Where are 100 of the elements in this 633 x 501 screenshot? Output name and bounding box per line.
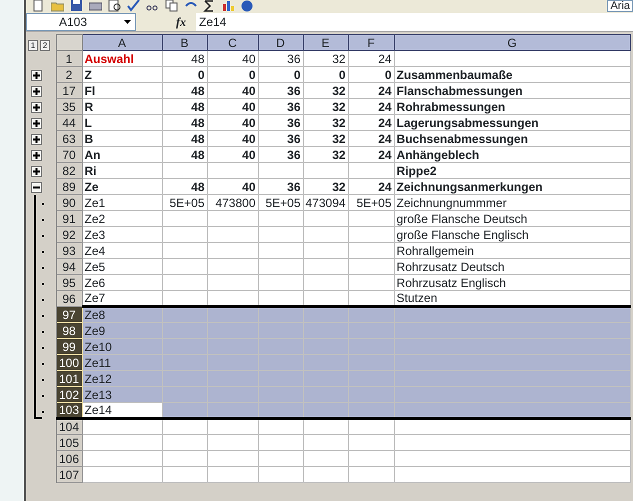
cell: Flanschabmessungen	[394, 82, 630, 98]
cell: 32	[303, 50, 348, 66]
plus-icon	[33, 120, 40, 126]
row-header[interactable]: 102	[56, 386, 82, 402]
cell: 40	[207, 178, 258, 194]
row-header[interactable]: 93	[56, 242, 82, 258]
column-header[interactable]: B	[162, 34, 207, 50]
expand-button[interactable]	[31, 166, 42, 176]
row-header[interactable]: 90	[56, 194, 82, 210]
row-header[interactable]: 17	[56, 82, 82, 98]
insert-function-button[interactable]: fx	[176, 12, 186, 30]
cell: Rohrabmessungen	[394, 98, 630, 114]
row-header[interactable]: 106	[56, 450, 82, 466]
row-header[interactable]: 91	[56, 210, 82, 226]
row-header[interactable]: 35	[56, 98, 82, 114]
cell: 48	[162, 178, 207, 194]
cell: Ze13	[82, 386, 162, 402]
font-name-field[interactable]: Aria	[607, 0, 633, 12]
column-header[interactable]: D	[258, 34, 303, 50]
cell: 0	[207, 66, 258, 82]
expand-button[interactable]	[31, 102, 42, 112]
row-header[interactable]: 100	[56, 354, 82, 370]
row-header[interactable]: 92	[56, 226, 82, 242]
active-cell[interactable]: Ze14	[82, 402, 162, 418]
cell: Lagerungsabmessungen	[394, 114, 630, 130]
formula-field[interactable]: Ze14	[196, 12, 633, 30]
copy-icon[interactable]	[165, 0, 178, 12]
cell: Z	[82, 66, 162, 82]
row-header[interactable]: 99	[56, 338, 82, 354]
column-header[interactable]: C	[207, 34, 258, 50]
cell: Ze6	[82, 274, 162, 290]
cell: 48	[162, 82, 207, 98]
row-header[interactable]: 103	[56, 402, 82, 418]
cell: Ri	[82, 162, 162, 178]
cell: Anhängeblech	[394, 146, 630, 162]
dropdown-arrow-icon[interactable]	[124, 20, 130, 24]
outline-level-button[interactable]: 1	[28, 40, 38, 50]
row-header[interactable]: 82	[56, 162, 82, 178]
row-header[interactable]: 105	[56, 434, 82, 450]
cell: 24	[348, 178, 394, 194]
cell: 32	[303, 178, 348, 194]
cell: Ze4	[82, 242, 162, 258]
row-header[interactable]: 98	[56, 322, 82, 338]
cell: 32	[303, 114, 348, 130]
sigma-icon[interactable]	[203, 0, 216, 12]
cell: 48	[162, 98, 207, 114]
row-header[interactable]: 89	[56, 178, 82, 194]
cell: Ze1	[82, 194, 162, 210]
cell: große Flansche Deutsch	[394, 210, 630, 226]
row-header[interactable]: 1	[56, 50, 82, 66]
expand-button[interactable]	[31, 118, 42, 128]
cell: 0	[258, 66, 303, 82]
row-header[interactable]: 101	[56, 370, 82, 386]
cell: 48	[162, 50, 207, 66]
chart-icon[interactable]	[222, 0, 235, 12]
cell: 32	[303, 130, 348, 146]
cell: B	[82, 130, 162, 146]
outline-level-button[interactable]: 2	[40, 40, 50, 50]
collapse-button[interactable]	[31, 182, 42, 192]
column-header[interactable]: G	[394, 34, 630, 50]
column-header[interactable]: F	[348, 34, 394, 50]
cell: 40	[207, 98, 258, 114]
cell: 36	[258, 130, 303, 146]
row-header[interactable]: 97	[56, 306, 82, 322]
cell: 0	[162, 66, 207, 82]
cell: 24	[348, 146, 394, 162]
row-header[interactable]: 94	[56, 258, 82, 274]
cell: Ze12	[82, 370, 162, 386]
column-header[interactable]: A	[82, 34, 162, 50]
plus-icon	[33, 136, 40, 142]
save-icon[interactable]	[70, 0, 83, 12]
cell: 24	[348, 114, 394, 130]
check-icon[interactable]	[127, 0, 140, 12]
cell: 36	[258, 82, 303, 98]
row-header[interactable]: 63	[56, 130, 82, 146]
column-header[interactable]: E	[303, 34, 348, 50]
cell: 40	[207, 50, 258, 66]
preview-icon[interactable]	[108, 0, 121, 12]
cell: Rohrallgemein	[394, 242, 630, 258]
expand-button[interactable]	[31, 70, 42, 80]
cell: 5E+05	[258, 194, 303, 210]
row-header[interactable]: 2	[56, 66, 82, 82]
plus-icon	[33, 104, 40, 110]
expand-button[interactable]	[31, 150, 42, 160]
cell: An	[82, 146, 162, 162]
cell: große Flansche Englisch	[394, 226, 630, 242]
row-header[interactable]: 70	[56, 146, 82, 162]
row-header[interactable]: 44	[56, 114, 82, 130]
expand-button[interactable]	[31, 134, 42, 144]
row-header[interactable]: 95	[56, 274, 82, 290]
row-header[interactable]: 107	[56, 466, 82, 482]
cell: Zeichnungnummmer	[394, 194, 630, 210]
expand-button[interactable]	[31, 86, 42, 96]
cell: 48	[162, 114, 207, 130]
cell: 32	[303, 98, 348, 114]
cell: 40	[207, 146, 258, 162]
cell: 36	[258, 50, 303, 66]
row-header[interactable]: 96	[56, 290, 82, 306]
cell: 36	[258, 178, 303, 194]
plus-icon	[33, 88, 40, 94]
